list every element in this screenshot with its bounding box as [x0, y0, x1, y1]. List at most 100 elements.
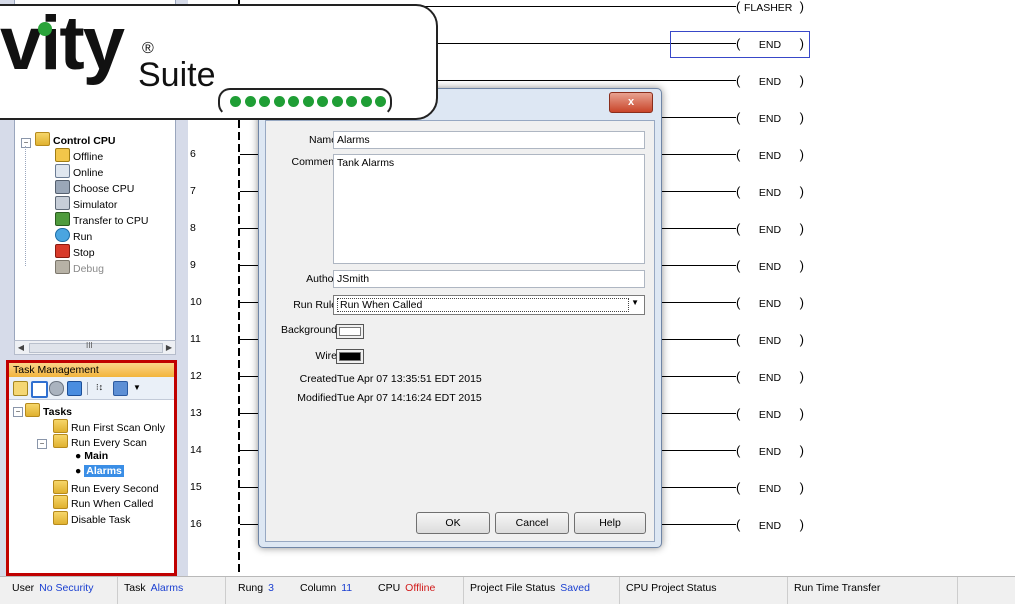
run-rule-select[interactable]: Run When Called ▼ — [333, 295, 645, 315]
status-column: Column 11 — [300, 582, 353, 594]
tree-item-transfer-to-cpu[interactable]: Transfer to CPU — [55, 212, 148, 227]
toolbar-dropdown-icon[interactable]: ▼ — [133, 383, 141, 392]
rung-number: 6 — [190, 148, 196, 160]
tree-item-control-cpu[interactable]: Control CPU — [35, 132, 115, 147]
status-project-file: Project File Status Saved — [464, 577, 620, 604]
task-disable-task[interactable]: Disable Task — [53, 511, 130, 526]
copy-icon[interactable] — [67, 381, 82, 396]
status-task: Task Alarms — [118, 577, 226, 604]
end-coil[interactable]: ( END ) — [736, 369, 804, 384]
program-alarms[interactable]: ● Alarms — [75, 464, 124, 479]
wire-label: Wire — [315, 350, 337, 362]
status-cpu-project: CPU Project Status — [620, 577, 788, 604]
comment-field[interactable]: Tank Alarms — [333, 154, 645, 264]
end-coil[interactable]: ( END ) — [736, 443, 804, 458]
modified-label: Modified — [297, 392, 337, 404]
task-run-when-called[interactable]: Run When Called — [53, 495, 153, 510]
run-rule-label: Run Rule — [293, 299, 337, 311]
logo-dot — [230, 96, 241, 107]
task-run-every-second[interactable]: Run Every Second — [53, 480, 159, 495]
modified-value: Tue Apr 07 14:16:24 EDT 2015 — [337, 392, 482, 404]
end-coil[interactable]: ( END ) — [736, 258, 804, 273]
end-coil[interactable]: ( END ) — [736, 480, 804, 495]
end-coil[interactable]: ( END ) — [736, 517, 804, 532]
folder-icon — [53, 480, 68, 494]
tree-item-run[interactable]: Run — [55, 228, 92, 243]
close-button[interactable]: x — [609, 92, 653, 113]
tree-item-stop[interactable]: Stop — [55, 244, 95, 259]
move-icon[interactable] — [113, 381, 128, 396]
collapse-tasks-toggle[interactable]: − — [13, 407, 23, 417]
collapse-run-every-scan-toggle[interactable]: − — [37, 439, 47, 449]
end-coil[interactable]: ( END ) — [736, 221, 804, 236]
remove-icon[interactable] — [49, 381, 64, 396]
ok-button[interactable]: OK — [416, 512, 490, 534]
status-bar: User No Security Task Alarms Rung 3 Column 1… — [0, 576, 1015, 604]
rung-number: 11 — [190, 333, 201, 345]
logo-suite-text: Suite — [138, 56, 216, 94]
end-coil[interactable]: ( END ) — [736, 73, 804, 88]
add-program-icon[interactable] — [31, 381, 48, 398]
status-rung: Rung 3 — [238, 582, 274, 594]
background-color-swatch[interactable] — [336, 324, 364, 339]
folder-icon — [25, 403, 40, 417]
help-button[interactable]: Help — [574, 512, 646, 534]
end-coil[interactable]: ( END ) — [736, 332, 804, 347]
logo-dot — [375, 96, 386, 107]
online-icon — [55, 164, 70, 178]
rung-number: 16 — [190, 518, 202, 530]
created-value: Tue Apr 07 13:35:51 EDT 2015 — [337, 373, 482, 385]
toolbar-separator — [87, 382, 88, 395]
tree-guide-line — [25, 146, 27, 266]
task-run-every-scan[interactable]: Run Every Scan — [53, 434, 147, 449]
end-coil[interactable]: ( END ) — [736, 406, 804, 421]
tree-item-tasks[interactable]: Tasks — [25, 403, 72, 418]
logo-dot — [302, 96, 314, 107]
author-field[interactable]: JSmith — [333, 270, 645, 288]
created-label: Created — [299, 373, 337, 385]
transfer-icon — [55, 212, 70, 226]
background-label: Background — [280, 324, 337, 336]
end-coil[interactable]: ( END ) — [736, 295, 804, 310]
logo-dot — [273, 96, 285, 107]
status-run-time-transfer: Run Time Transfer — [788, 577, 958, 604]
task-run-first-scan-only[interactable]: Run First Scan Only — [53, 419, 165, 434]
rung-number: 10 — [190, 296, 202, 308]
scroll-left-arrow-icon[interactable]: ◀ — [15, 341, 27, 354]
end-coil[interactable]: ( END ) — [736, 110, 804, 125]
tree-item-simulator[interactable]: Simulator — [55, 196, 117, 211]
program-main[interactable]: ● Main — [75, 449, 108, 464]
status-user: User No Security — [6, 577, 118, 604]
new-task-icon[interactable] — [13, 381, 28, 396]
tree-item-debug[interactable]: Debug — [55, 260, 104, 275]
scroll-thumb[interactable]: III — [29, 341, 163, 353]
end-coil[interactable]: ( END ) — [736, 147, 804, 162]
folder-icon — [53, 511, 68, 525]
logo-dot — [360, 96, 372, 107]
tree-item-online[interactable]: Online — [55, 164, 103, 179]
name-field[interactable]: Alarms — [333, 131, 645, 149]
task-management-title: Task Management — [9, 363, 174, 377]
rung-number: 15 — [190, 481, 202, 493]
logo-dot — [288, 96, 299, 107]
task-toolbar: ⁝↕ ▼ — [9, 377, 174, 400]
rung-number: 12 — [190, 370, 202, 382]
tree-item-choose-cpu[interactable]: Choose CPU — [55, 180, 134, 195]
tree-item-offline[interactable]: Offline — [55, 148, 103, 163]
folder-icon — [35, 132, 50, 146]
project-tree-hscrollbar[interactable]: ◀ III ▶ — [14, 340, 176, 355]
wire-color-swatch[interactable] — [336, 349, 364, 364]
sort-icon[interactable]: ⁝↕ — [93, 381, 106, 394]
program-properties-dialog: x Name Alarms Comment Tank Alarms Author… — [258, 88, 662, 548]
end-coil[interactable]: ( END ) — [736, 184, 804, 199]
debug-icon — [55, 260, 70, 274]
logo-i-dot — [38, 22, 52, 36]
rung-number: 9 — [190, 259, 196, 271]
simulator-icon — [55, 196, 70, 210]
output-coil[interactable]: ( FLASHER ) — [736, 0, 804, 14]
cancel-button[interactable]: Cancel — [495, 512, 569, 534]
rung-number: 8 — [190, 222, 196, 234]
logo-dot — [331, 96, 343, 107]
logo-dot — [317, 96, 328, 107]
scroll-right-arrow-icon[interactable]: ▶ — [163, 341, 175, 354]
